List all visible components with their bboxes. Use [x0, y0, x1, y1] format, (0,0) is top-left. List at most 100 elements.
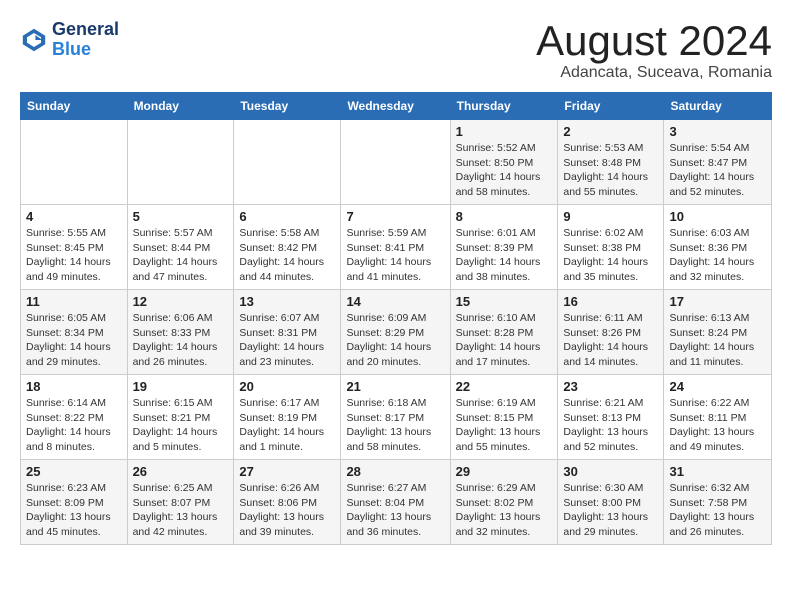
calendar-week-row: 25 Sunrise: 6:23 AM Sunset: 8:09 PM Dayli…	[21, 460, 772, 545]
day-number: 4	[26, 209, 122, 224]
day-number: 22	[456, 379, 553, 394]
logo: General Blue	[20, 20, 119, 60]
day-info: Sunrise: 6:03 AM Sunset: 8:36 PM Dayligh…	[669, 226, 766, 285]
calendar-cell: 20Sunrise: 6:17 AM Sunset: 8:19 PM Dayli…	[234, 375, 341, 460]
logo-text: General Blue	[52, 20, 119, 60]
day-info: Sunrise: 6:26 AM Sunset: 8:06 PM Dayligh…	[239, 481, 335, 540]
calendar-table: SundayMondayTuesdayWednesdayThursdayFrid…	[20, 92, 772, 545]
calendar-cell: 28 Sunrise: 6:27 AM Sunset: 8:04 PM Dayli…	[341, 460, 450, 545]
calendar-cell: 23 Sunrise: 6:21 AM Sunset: 8:13 PM Dayli…	[558, 375, 664, 460]
day-number: 10	[669, 209, 766, 224]
calendar-cell: 24Sunrise: 6:22 AM Sunset: 8:11 PM Dayli…	[664, 375, 772, 460]
day-info: Sunrise: 6:09 AM Sunset: 8:29 PM Dayligh…	[346, 311, 444, 370]
calendar-cell: 27 Sunrise: 6:26 AM Sunset: 8:06 PM Dayli…	[234, 460, 341, 545]
day-number: 25	[26, 464, 122, 479]
day-info: Sunrise: 6:05 AM Sunset: 8:34 PM Dayligh…	[26, 311, 122, 370]
calendar-cell: 25 Sunrise: 6:23 AM Sunset: 8:09 PM Dayli…	[21, 460, 128, 545]
day-number: 26	[133, 464, 229, 479]
day-number: 21	[346, 379, 444, 394]
weekday-header: Monday	[127, 93, 234, 120]
weekday-header: Saturday	[664, 93, 772, 120]
day-number: 20	[239, 379, 335, 394]
calendar-week-row: 4 Sunrise: 5:55 AM Sunset: 8:45 PM Daylig…	[21, 205, 772, 290]
day-info: Sunrise: 6:07 AM Sunset: 8:31 PM Dayligh…	[239, 311, 335, 370]
day-info: Sunrise: 6:22 AM Sunset: 8:11 PM Dayligh…	[669, 396, 766, 455]
calendar-cell: 18Sunrise: 6:14 AM Sunset: 8:22 PM Dayli…	[21, 375, 128, 460]
weekday-header-row: SundayMondayTuesdayWednesdayThursdayFrid…	[21, 93, 772, 120]
day-info: Sunrise: 6:21 AM Sunset: 8:13 PM Dayligh…	[563, 396, 658, 455]
day-number: 31	[669, 464, 766, 479]
calendar-cell: 5 Sunrise: 5:57 AM Sunset: 8:44 PM Daylig…	[127, 205, 234, 290]
day-info: Sunrise: 6:30 AM Sunset: 8:00 PM Dayligh…	[563, 481, 658, 540]
day-info: Sunrise: 6:32 AM Sunset: 7:58 PM Dayligh…	[669, 481, 766, 540]
weekday-header: Wednesday	[341, 93, 450, 120]
day-info: Sunrise: 5:52 AM Sunset: 8:50 PM Dayligh…	[456, 141, 553, 200]
calendar-week-row: 11 Sunrise: 6:05 AM Sunset: 8:34 PM Dayli…	[21, 290, 772, 375]
day-info: Sunrise: 6:06 AM Sunset: 8:33 PM Dayligh…	[133, 311, 229, 370]
calendar-cell: 31 Sunrise: 6:32 AM Sunset: 7:58 PM Dayli…	[664, 460, 772, 545]
day-number: 7	[346, 209, 444, 224]
day-number: 30	[563, 464, 658, 479]
calendar-cell: 8Sunrise: 6:01 AM Sunset: 8:39 PM Daylig…	[450, 205, 558, 290]
day-info: Sunrise: 5:58 AM Sunset: 8:42 PM Dayligh…	[239, 226, 335, 285]
day-number: 9	[563, 209, 658, 224]
calendar-cell: 17Sunrise: 6:13 AM Sunset: 8:24 PM Dayli…	[664, 290, 772, 375]
location: Adancata, Suceava, Romania	[536, 64, 772, 82]
calendar-cell	[234, 120, 341, 205]
day-info: Sunrise: 6:29 AM Sunset: 8:02 PM Dayligh…	[456, 481, 553, 540]
calendar-cell: 9 Sunrise: 6:02 AM Sunset: 8:38 PM Daylig…	[558, 205, 664, 290]
calendar-cell: 21 Sunrise: 6:18 AM Sunset: 8:17 PM Dayli…	[341, 375, 450, 460]
weekday-header: Thursday	[450, 93, 558, 120]
day-number: 23	[563, 379, 658, 394]
day-info: Sunrise: 5:55 AM Sunset: 8:45 PM Dayligh…	[26, 226, 122, 285]
day-number: 6	[239, 209, 335, 224]
calendar-cell	[127, 120, 234, 205]
weekday-header: Tuesday	[234, 93, 341, 120]
day-info: Sunrise: 6:18 AM Sunset: 8:17 PM Dayligh…	[346, 396, 444, 455]
day-info: Sunrise: 6:19 AM Sunset: 8:15 PM Dayligh…	[456, 396, 553, 455]
calendar-cell: 3Sunrise: 5:54 AM Sunset: 8:47 PM Daylig…	[664, 120, 772, 205]
calendar-cell: 19 Sunrise: 6:15 AM Sunset: 8:21 PM Dayli…	[127, 375, 234, 460]
calendar-cell	[21, 120, 128, 205]
title-block: August 2024 Adancata, Suceava, Romania	[536, 20, 772, 82]
day-number: 14	[346, 294, 444, 309]
day-info: Sunrise: 6:23 AM Sunset: 8:09 PM Dayligh…	[26, 481, 122, 540]
day-number: 13	[239, 294, 335, 309]
calendar-cell: 26Sunrise: 6:25 AM Sunset: 8:07 PM Dayli…	[127, 460, 234, 545]
day-number: 15	[456, 294, 553, 309]
calendar-cell: 30 Sunrise: 6:30 AM Sunset: 8:00 PM Dayli…	[558, 460, 664, 545]
weekday-header: Friday	[558, 93, 664, 120]
calendar-cell: 2Sunrise: 5:53 AM Sunset: 8:48 PM Daylig…	[558, 120, 664, 205]
day-number: 16	[563, 294, 658, 309]
calendar-cell: 10 Sunrise: 6:03 AM Sunset: 8:36 PM Dayli…	[664, 205, 772, 290]
day-info: Sunrise: 6:15 AM Sunset: 8:21 PM Dayligh…	[133, 396, 229, 455]
day-number: 12	[133, 294, 229, 309]
calendar-cell: 14 Sunrise: 6:09 AM Sunset: 8:29 PM Dayli…	[341, 290, 450, 375]
day-number: 19	[133, 379, 229, 394]
day-number: 5	[133, 209, 229, 224]
calendar-cell: 22 Sunrise: 6:19 AM Sunset: 8:15 PM Dayli…	[450, 375, 558, 460]
calendar-cell: 1Sunrise: 5:52 AM Sunset: 8:50 PM Daylig…	[450, 120, 558, 205]
day-number: 18	[26, 379, 122, 394]
day-info: Sunrise: 5:54 AM Sunset: 8:47 PM Dayligh…	[669, 141, 766, 200]
day-number: 28	[346, 464, 444, 479]
day-number: 27	[239, 464, 335, 479]
day-number: 17	[669, 294, 766, 309]
day-info: Sunrise: 5:57 AM Sunset: 8:44 PM Dayligh…	[133, 226, 229, 285]
page-header: General Blue August 2024 Adancata, Sucea…	[20, 20, 772, 82]
day-number: 11	[26, 294, 122, 309]
calendar-cell: 6 Sunrise: 5:58 AM Sunset: 8:42 PM Daylig…	[234, 205, 341, 290]
calendar-cell: 12 Sunrise: 6:06 AM Sunset: 8:33 PM Dayli…	[127, 290, 234, 375]
calendar-cell: 4 Sunrise: 5:55 AM Sunset: 8:45 PM Daylig…	[21, 205, 128, 290]
calendar-cell: 16Sunrise: 6:11 AM Sunset: 8:26 PM Dayli…	[558, 290, 664, 375]
day-number: 8	[456, 209, 553, 224]
logo-icon	[20, 26, 48, 54]
day-number: 29	[456, 464, 553, 479]
day-info: Sunrise: 5:59 AM Sunset: 8:41 PM Dayligh…	[346, 226, 444, 285]
calendar-cell: 11 Sunrise: 6:05 AM Sunset: 8:34 PM Dayli…	[21, 290, 128, 375]
day-info: Sunrise: 6:02 AM Sunset: 8:38 PM Dayligh…	[563, 226, 658, 285]
month-title: August 2024	[536, 20, 772, 62]
weekday-header: Sunday	[21, 93, 128, 120]
calendar-cell: 15Sunrise: 6:10 AM Sunset: 8:28 PM Dayli…	[450, 290, 558, 375]
day-info: Sunrise: 6:27 AM Sunset: 8:04 PM Dayligh…	[346, 481, 444, 540]
